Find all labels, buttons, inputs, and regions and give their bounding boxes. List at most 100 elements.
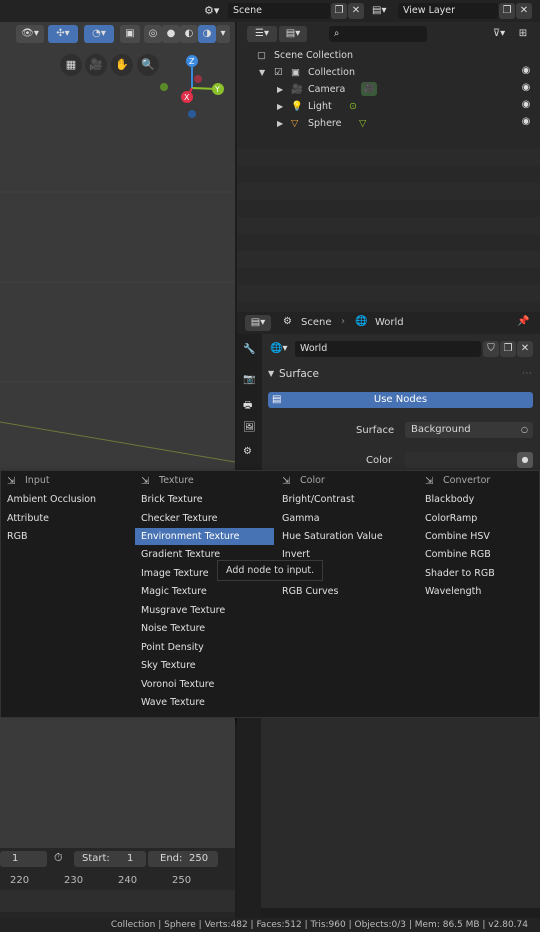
new-scene-icon[interactable]: ❐ — [331, 3, 347, 19]
solid-shading-icon[interactable]: ● — [162, 25, 180, 43]
view-layer-tab-icon[interactable]: 🖼 — [243, 422, 256, 433]
outliner-empty-area — [237, 149, 540, 309]
navigation-gizmo[interactable]: Z Y X — [154, 52, 230, 122]
pan-hand-icon[interactable]: ✋ — [111, 54, 133, 76]
menu-item[interactable]: Hue Saturation Value — [276, 528, 415, 545]
world-browse-icon[interactable]: 🌐▾ — [270, 341, 298, 357]
expand-arrow-icon[interactable]: ▶ — [277, 81, 283, 98]
scene-tab-icon[interactable]: ⚙ — [243, 446, 252, 457]
mesh-data-icon[interactable]: ▽ — [359, 115, 366, 132]
gizmo-toggle-icon[interactable]: ✣▾ — [48, 25, 78, 43]
menu-item[interactable]: Attribute — [1, 510, 131, 527]
menu-item[interactable]: Blackbody — [419, 491, 539, 508]
output-tab-icon[interactable]: 🖶 — [243, 398, 252, 415]
eye-icon[interactable]: ◉ — [520, 99, 532, 111]
expand-arrow-icon[interactable]: ▼ — [259, 64, 265, 81]
eye-icon[interactable]: ◉ — [520, 82, 532, 94]
menu-item[interactable]: Point Density — [135, 639, 274, 656]
menu-item[interactable]: ColorRamp — [419, 510, 539, 527]
surface-shader-selector[interactable]: Background ○ — [405, 422, 533, 438]
expand-arrow-icon[interactable]: ▶ — [277, 115, 283, 132]
menu-item[interactable]: Wavelength — [419, 583, 539, 600]
viewport-lower[interactable] — [0, 718, 235, 848]
render-tab-icon[interactable]: 📷 — [243, 374, 255, 385]
display-mode-icon[interactable]: ☰▾ — [247, 26, 277, 42]
search-icon: ⌕ — [334, 28, 340, 39]
camera-view-icon[interactable]: 🎥 — [85, 54, 107, 76]
editor-type-icon[interactable]: ▤▾ — [245, 315, 271, 331]
outliner-row-collection[interactable]: ▼ ☑ ▣ Collection ◉ — [237, 64, 540, 81]
menu-item-active[interactable]: Environment Texture — [135, 528, 274, 545]
checkbox-icon[interactable]: ☑ — [274, 64, 283, 81]
stopwatch-icon[interactable]: ⏱ — [54, 851, 63, 865]
use-nodes-button[interactable]: ▤ Use Nodes — [268, 392, 533, 408]
view-layer-selector-icon[interactable]: ▤▾ — [372, 3, 396, 19]
menu-item[interactable]: Musgrave Texture — [135, 602, 274, 619]
outliner-search-input[interactable]: ⌕ — [329, 26, 427, 42]
menu-item[interactable]: Noise Texture — [135, 620, 274, 637]
menu-item[interactable]: Combine HSV — [419, 528, 539, 545]
grid-view-icon[interactable]: ▦ — [60, 54, 82, 76]
outliner-row-scene-collection[interactable]: ▢ Scene Collection — [237, 47, 540, 64]
drag-handle-icon[interactable]: ⋯ — [522, 368, 532, 379]
overlays-toggle-icon[interactable]: ◔▾ — [84, 25, 114, 43]
end-frame-field[interactable]: End: 250 — [148, 851, 218, 867]
scene-field[interactable]: Scene — [228, 3, 330, 19]
timeline-tick: 240 — [118, 875, 138, 886]
pin-icon[interactable]: 📌 — [517, 316, 529, 327]
outliner-row-camera[interactable]: ▶ 🎥 Camera 🎥 ◉ — [237, 81, 540, 98]
new-collection-icon[interactable]: ⊞ — [515, 26, 531, 42]
menu-item[interactable]: Bright/Contrast — [276, 491, 415, 508]
menu-item[interactable]: RGB Curves — [276, 583, 415, 600]
viewport-header: 👁▾ ✣▾ ◔▾ ▣ ◎ ● ◐ ◑ ▾ — [0, 22, 235, 46]
column-header-color: Color — [300, 475, 325, 486]
color-socket-icon[interactable]: ● — [517, 452, 533, 468]
shading-options-icon[interactable]: ▾ — [216, 25, 230, 43]
menu-item[interactable]: Ambient Occlusion — [1, 491, 131, 508]
view-options-icon[interactable]: ▤▾ — [279, 26, 307, 42]
material-shading-icon[interactable]: ◐ — [180, 25, 198, 43]
xray-toggle-icon[interactable]: ▣ — [120, 25, 140, 43]
world-name-field[interactable]: World — [295, 341, 481, 357]
scene-selector-icon[interactable]: ⚙▾ — [204, 3, 226, 19]
filter-icon[interactable]: ⊽▾ — [487, 26, 511, 42]
menu-item[interactable]: Sky Texture — [135, 657, 274, 674]
outliner-row-light[interactable]: ▶ 💡 Light ⊙ ◉ — [237, 98, 540, 115]
new-world-icon[interactable]: ❐ — [500, 341, 516, 357]
light-data-icon[interactable]: ⊙ — [349, 98, 357, 115]
surface-panel-title[interactable]: Surface — [279, 368, 319, 380]
fake-user-icon[interactable]: ⛉ — [483, 341, 499, 357]
menu-item[interactable]: RGB — [1, 528, 131, 545]
menu-item[interactable]: Magic Texture — [135, 583, 274, 600]
end-value: 250 — [189, 853, 209, 864]
properties-lower — [261, 718, 540, 908]
world-breadcrumb-icon: 🌐 — [355, 316, 368, 327]
outliner-row-sphere[interactable]: ▶ ▽ Sphere ▽ ◉ — [237, 115, 540, 132]
new-view-layer-icon[interactable]: ❐ — [499, 3, 515, 19]
menu-item[interactable]: Gamma — [276, 510, 415, 527]
color-swatch[interactable] — [405, 452, 517, 468]
view-object-types-icon[interactable]: 👁▾ — [16, 25, 44, 43]
wireframe-shading-icon[interactable]: ◎ — [144, 25, 162, 43]
eye-icon[interactable]: ◉ — [520, 65, 532, 77]
menu-item[interactable]: Combine RGB — [419, 546, 539, 563]
current-frame-field[interactable]: 1 — [0, 851, 47, 867]
rendered-shading-icon[interactable]: ◑ — [198, 25, 216, 43]
view-layer-field[interactable]: View Layer — [398, 3, 498, 19]
menu-item[interactable]: Voronoi Texture — [135, 676, 274, 693]
eye-icon[interactable]: ◉ — [520, 116, 532, 128]
menu-item[interactable]: Brick Texture — [135, 491, 274, 508]
start-frame-field[interactable]: Start: 1 — [74, 851, 146, 867]
properties-tabs: 🔧 📷 🖶 🖼 ⚙ — [237, 334, 262, 470]
camera-data-icon[interactable]: 🎥 — [361, 82, 377, 96]
unlink-world-icon[interactable]: ✕ — [517, 341, 533, 357]
expand-arrow-icon[interactable]: ▶ — [277, 98, 283, 115]
tool-tab-icon[interactable]: 🔧 — [243, 344, 255, 355]
collapse-arrow-icon[interactable]: ▼ — [268, 369, 274, 378]
menu-item[interactable]: Checker Texture — [135, 510, 274, 527]
menu-item[interactable]: Shader to RGB — [419, 565, 539, 582]
delete-view-layer-icon[interactable]: ✕ — [516, 3, 532, 19]
delete-scene-icon[interactable]: ✕ — [348, 3, 364, 19]
menu-item[interactable]: Wave Texture — [135, 694, 274, 711]
timeline-track[interactable] — [0, 890, 235, 912]
